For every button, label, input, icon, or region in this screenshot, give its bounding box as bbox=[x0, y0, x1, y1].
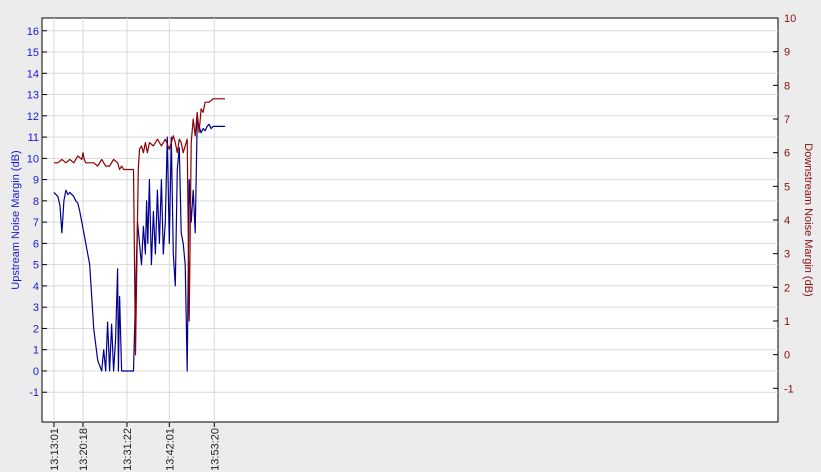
right-tick-label: 1 bbox=[784, 316, 790, 328]
right-tick-label: 10 bbox=[784, 13, 796, 25]
x-tick-label: 13:13:01 bbox=[49, 428, 61, 471]
left-tick-label: 6 bbox=[33, 238, 39, 250]
noise-margin-chart: -1 0 1 2 3 4 5 6 7 8 9 10 11 12 13 14 15 16 -1 0 1 2 3 4 5 6 7 8 9 1… bbox=[0, 0, 821, 472]
left-tick-label: 7 bbox=[33, 217, 39, 229]
left-tick-label: 15 bbox=[27, 47, 39, 59]
right-tick-label: 5 bbox=[784, 181, 790, 193]
left-tick-label: 10 bbox=[27, 153, 39, 165]
right-tick-label: 3 bbox=[784, 249, 790, 261]
right-tick-label: 9 bbox=[784, 47, 790, 59]
left-tick-label: 1 bbox=[33, 345, 39, 357]
left-tick-label: 14 bbox=[27, 68, 39, 80]
x-tick-label: 13:53:20 bbox=[209, 428, 221, 471]
x-tick-label: 13:42:01 bbox=[164, 428, 176, 471]
left-tick-label: 11 bbox=[28, 132, 39, 144]
left-tick-label: 8 bbox=[33, 196, 39, 208]
x-tick-label: 13:31:22 bbox=[122, 428, 134, 471]
left-tick-label: 0 bbox=[33, 366, 39, 378]
right-tick-label: 7 bbox=[784, 114, 790, 126]
left-axis-title: Upstream Noise Margin (dB) bbox=[10, 150, 22, 289]
left-tick-label: 12 bbox=[27, 111, 39, 123]
left-tick-label: 16 bbox=[27, 26, 39, 38]
right-tick-label: 0 bbox=[784, 350, 790, 362]
right-tick-label: 8 bbox=[784, 80, 790, 92]
plot-area bbox=[41, 17, 779, 423]
left-tick-label: 2 bbox=[33, 323, 39, 335]
right-tick-label: -1 bbox=[784, 383, 794, 395]
chart-svg: -1012345678910111213141516 -101234567891… bbox=[10, 13, 814, 471]
left-tick-label: 4 bbox=[33, 281, 39, 293]
right-axis-title: Downstream Noise Margin (dB) bbox=[802, 143, 814, 296]
right-tick-label: 4 bbox=[784, 215, 790, 227]
left-tick-label: -1 bbox=[29, 387, 39, 399]
x-tick-label: 13:20:18 bbox=[78, 428, 90, 471]
left-tick-label: 13 bbox=[27, 90, 39, 102]
x-axis: 13:13:01 13:20:18 13:31:22 13:42:01 13:53:20 bbox=[49, 422, 221, 471]
left-tick-label: 5 bbox=[33, 260, 39, 272]
left-tick-label: 9 bbox=[33, 175, 39, 187]
right-tick-label: 6 bbox=[784, 148, 790, 160]
right-tick-label: 2 bbox=[784, 282, 790, 294]
left-tick-label: 3 bbox=[33, 302, 39, 314]
